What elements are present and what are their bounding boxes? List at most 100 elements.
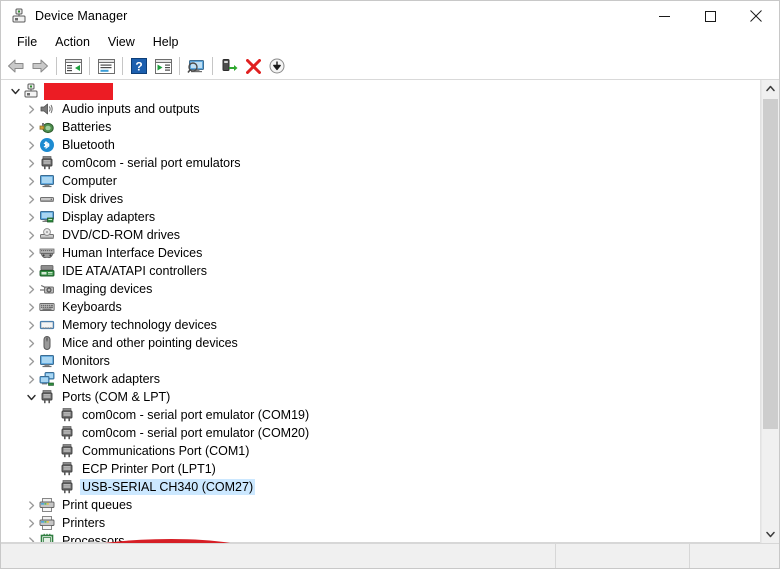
update-driver-button[interactable] <box>217 55 241 77</box>
tree-row-display-adapters[interactable]: Display adapters <box>1 208 760 226</box>
scroll-down-button[interactable] <box>762 526 779 543</box>
tree-row-ide-ata-atapi-controllers[interactable]: IDE ATA/ATAPI controllers <box>1 262 760 280</box>
device-tree: Audio inputs and outputs Batteries Bluet… <box>1 82 760 543</box>
device-tree-pane[interactable]: Audio inputs and outputs Batteries Bluet… <box>1 80 761 543</box>
tree-row-root[interactable] <box>1 82 760 100</box>
chevron-down-icon[interactable] <box>7 82 23 100</box>
chevron-right-icon[interactable] <box>23 514 39 532</box>
menu-bar: File Action View Help <box>1 31 779 53</box>
menu-help[interactable]: Help <box>144 33 188 51</box>
chevron-right-icon[interactable] <box>23 208 39 226</box>
tree-row-human-interface-devices[interactable]: Human Interface Devices <box>1 244 760 262</box>
tree-row-monitors[interactable]: Monitors <box>1 352 760 370</box>
minimize-icon <box>658 15 670 17</box>
chevron-right-icon[interactable] <box>23 190 39 208</box>
tree-row-print-queues[interactable]: Print queues <box>1 496 760 514</box>
properties-button[interactable] <box>94 55 118 77</box>
tree-row-memory-technology-devices[interactable]: Memory technology devices <box>1 316 760 334</box>
back-button[interactable] <box>4 55 28 77</box>
tree-row-computer[interactable]: Computer <box>1 172 760 190</box>
window-title: Device Manager <box>35 9 128 23</box>
tree-row-ports-com-and-lpt[interactable]: Ports (COM & LPT) <box>1 388 760 406</box>
tree-item-label: com0com - serial port emulators <box>62 156 241 170</box>
serial-port-icon <box>59 425 75 441</box>
tree-row-com0com-serial-port-emulators[interactable]: com0com - serial port emulators <box>1 154 760 172</box>
chevron-right-icon[interactable] <box>23 226 39 244</box>
disable-device-button[interactable] <box>265 55 289 77</box>
chevron-right-icon[interactable] <box>23 154 39 172</box>
menu-file[interactable]: File <box>8 33 46 51</box>
tree-row-imaging-devices[interactable]: Imaging devices <box>1 280 760 298</box>
forward-button[interactable] <box>28 55 52 77</box>
toolbar-separator <box>122 57 123 75</box>
network-adapter-icon <box>39 371 55 387</box>
scan-monitor-icon <box>187 60 204 73</box>
show-hide-action-pane-button[interactable] <box>151 55 175 77</box>
device-manager-icon <box>11 8 27 24</box>
vertical-scrollbar[interactable] <box>761 80 779 543</box>
list-bottom-divider <box>1 542 760 543</box>
tree-item-label: com0com - serial port emulator (COM20) <box>82 426 310 440</box>
display-adapter-icon <box>39 209 55 225</box>
battery-icon <box>39 119 55 135</box>
menu-view[interactable]: View <box>99 33 144 51</box>
close-button[interactable] <box>733 1 779 31</box>
tree-row-mice-and-other-pointing-devices[interactable]: Mice and other pointing devices <box>1 334 760 352</box>
serial-port-icon <box>59 479 75 495</box>
chevron-right-icon[interactable] <box>23 316 39 334</box>
tree-row-communications-port-com1[interactable]: Communications Port (COM1) <box>1 442 760 460</box>
tree-row-com0com-serial-port-emulator-com20[interactable]: com0com - serial port emulator (COM20) <box>1 424 760 442</box>
show-hide-console-tree-button[interactable] <box>61 55 85 77</box>
redacted-computer-name <box>44 82 113 100</box>
chevron-right-icon[interactable] <box>23 370 39 388</box>
tree-row-bluetooth[interactable]: Bluetooth <box>1 136 760 154</box>
chevron-right-icon[interactable] <box>23 100 39 118</box>
tree-item-label: ECP Printer Port (LPT1) <box>82 462 216 476</box>
maximize-button[interactable] <box>687 1 733 31</box>
monitor-icon <box>39 353 55 369</box>
tree-row-batteries[interactable]: Batteries <box>1 118 760 136</box>
chevron-right-icon[interactable] <box>23 244 39 262</box>
uninstall-device-button[interactable] <box>241 55 265 77</box>
status-bar-segment-2 <box>555 544 689 568</box>
chevron-right-icon[interactable] <box>23 172 39 190</box>
status-bar-segment-3 <box>689 544 779 568</box>
maximize-icon <box>704 10 716 22</box>
tree-row-keyboards[interactable]: Keyboards <box>1 298 760 316</box>
scan-for-hardware-changes-button[interactable] <box>184 55 208 77</box>
tree-item-label: Display adapters <box>62 210 156 224</box>
chevron-right-icon[interactable] <box>23 280 39 298</box>
tree-row-ecp-printer-port-lpt1[interactable]: ECP Printer Port (LPT1) <box>1 460 760 478</box>
scroll-up-button[interactable] <box>762 80 779 97</box>
forward-arrow-icon <box>32 59 48 73</box>
printer-icon <box>39 497 55 513</box>
tree-row-audio-inputs-and-outputs[interactable]: Audio inputs and outputs <box>1 100 760 118</box>
tree-row-disk-drives[interactable]: Disk drives <box>1 190 760 208</box>
tree-row-usb-serial-ch340-com27[interactable]: USB-SERIAL CH340 (COM27) <box>1 478 760 496</box>
chevron-down-icon[interactable] <box>23 388 39 406</box>
close-icon <box>750 10 762 22</box>
chevron-right-icon[interactable] <box>23 496 39 514</box>
chevron-right-icon[interactable] <box>23 118 39 136</box>
scroll-down-icon <box>766 531 775 538</box>
title-bar: Device Manager <box>1 1 779 31</box>
chevron-right-icon[interactable] <box>23 136 39 154</box>
scrollbar-thumb[interactable] <box>763 99 778 429</box>
properties-icon <box>97 58 115 74</box>
tree-row-printers[interactable]: Printers <box>1 514 760 532</box>
chevron-right-icon[interactable] <box>23 298 39 316</box>
chevron-right-icon[interactable] <box>23 262 39 280</box>
chevron-right-icon[interactable] <box>23 352 39 370</box>
tree-item-label: Ports (COM & LPT) <box>62 390 171 404</box>
tree-row-network-adapters[interactable]: Network adapters <box>1 370 760 388</box>
menu-action[interactable]: Action <box>46 33 99 51</box>
tree-row-dvd-cd-rom-drives[interactable]: DVD/CD-ROM drives <box>1 226 760 244</box>
help-button[interactable]: ? <box>127 55 151 77</box>
chevron-right-icon[interactable] <box>23 334 39 352</box>
minimize-button[interactable] <box>641 1 687 31</box>
tree-row-com0com-serial-port-emulator-com19[interactable]: com0com - serial port emulator (COM19) <box>1 406 760 424</box>
tree-item-label: Batteries <box>62 120 112 134</box>
tree-item-label: Print queues <box>62 498 133 512</box>
dvd-drive-icon <box>39 227 55 243</box>
tree-item-label: Audio inputs and outputs <box>62 102 200 116</box>
